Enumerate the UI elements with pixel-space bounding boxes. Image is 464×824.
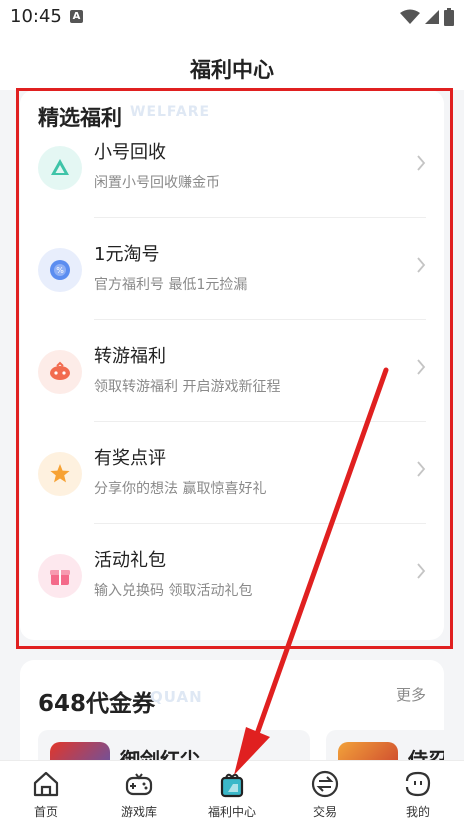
profile-icon [405, 771, 431, 797]
page-title: 福利中心 [190, 58, 274, 82]
chevron-right-icon [417, 359, 426, 375]
status-icons [400, 8, 454, 26]
tab-game-library[interactable]: 游戏库 [93, 761, 185, 824]
notification-badge: A [70, 10, 83, 23]
tab-trade[interactable]: 交易 [279, 761, 371, 824]
status-time: 10:45 [10, 6, 62, 27]
benefit-subtitle: 官方福利号 最低1元捡漏 [94, 277, 248, 293]
tab-label: 游戏库 [120, 805, 157, 819]
tab-label: 福利中心 [207, 805, 256, 819]
gift-box-icon [38, 554, 82, 598]
benefit-subtitle: 分享你的想法 赢取惊喜好礼 [94, 481, 267, 497]
tab-label: 交易 [312, 805, 337, 819]
recycle-triangle-icon [38, 146, 82, 190]
bottom-tab-bar: 首页 游戏库 福利中心 交易 我的 [0, 760, 464, 824]
gift-bag-icon [220, 773, 244, 798]
featured-benefits-card: 精选福利 WELFARE 小号回收 闲置小号回收赚金币 % 1元淘号 官方福利号… [20, 90, 444, 640]
benefit-item-review-reward[interactable]: 有奖点评 分享你的想法 赢取惊喜好礼 [20, 422, 444, 524]
coupon-badge-icon: % [38, 248, 82, 292]
battery-icon [444, 8, 454, 26]
benefit-item-activity-gift[interactable]: 活动礼包 输入兑换码 领取活动礼包 [20, 524, 444, 626]
tab-label: 首页 [33, 805, 58, 819]
game-pad-icon [38, 350, 82, 394]
benefit-subtitle: 输入兑换码 领取活动礼包 [94, 583, 253, 599]
tab-home[interactable]: 首页 [0, 761, 92, 824]
wifi-icon [400, 9, 420, 24]
chevron-right-icon [417, 257, 426, 273]
benefit-item-account-recycle[interactable]: 小号回收 闲置小号回收赚金币 [20, 116, 444, 218]
star-comment-icon [38, 452, 82, 496]
voucher-section-title: 648代金券 [38, 691, 156, 717]
exchange-icon [311, 770, 339, 798]
benefit-item-transfer-game[interactable]: 转游福利 领取转游福利 开启游戏新征程 [20, 320, 444, 422]
status-bar: 10:45 A [0, 0, 464, 36]
tab-label: 我的 [405, 805, 430, 819]
benefit-subtitle: 闲置小号回收赚金币 [94, 175, 220, 191]
gamepad-icon [125, 773, 153, 796]
voucher-title-watermark: QUAN [150, 688, 203, 706]
tab-welfare-center[interactable]: 福利中心 [186, 761, 278, 824]
chevron-right-icon [417, 563, 426, 579]
svg-text:%: % [56, 266, 64, 275]
benefit-label: 小号回收 [94, 142, 166, 163]
benefit-item-one-yuan-account[interactable]: % 1元淘号 官方福利号 最低1元捡漏 [20, 218, 444, 320]
benefit-subtitle: 领取转游福利 开启游戏新征程 [94, 379, 281, 395]
chevron-right-icon [417, 155, 426, 171]
chevron-right-icon [417, 461, 426, 477]
tab-profile[interactable]: 我的 [372, 761, 464, 824]
benefit-label: 有奖点评 [94, 448, 166, 469]
page-header: 福利中心 [0, 36, 464, 90]
benefit-label: 1元淘号 [94, 244, 160, 265]
signal-icon [425, 10, 439, 24]
home-icon [33, 771, 59, 797]
benefit-label: 活动礼包 [94, 550, 166, 571]
benefit-label: 转游福利 [94, 346, 166, 367]
more-link[interactable]: 更多 [396, 684, 426, 705]
